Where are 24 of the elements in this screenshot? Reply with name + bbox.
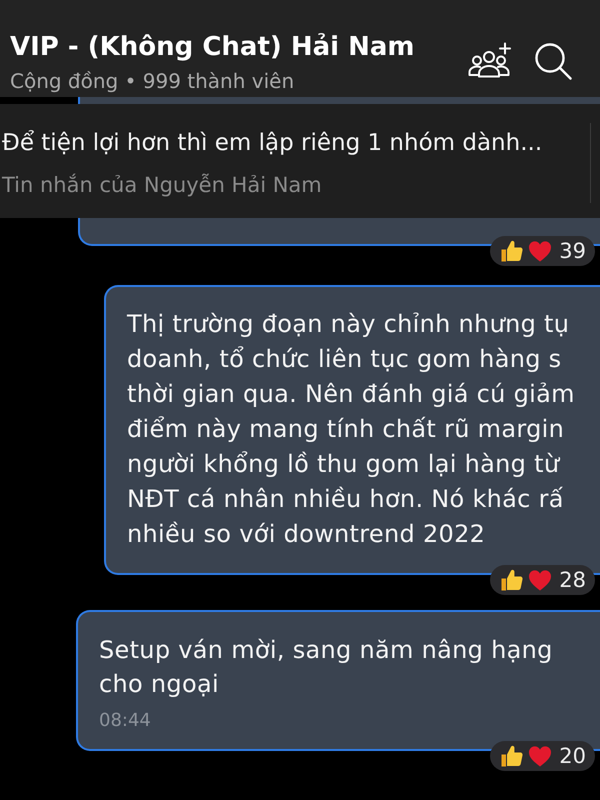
message-time: 08:44 xyxy=(99,711,152,731)
message-text: Thị trường đoạn này chỉnh nhưng tụ doanh, tổ chức liên tục gom hàng s thời gian qua. Nên đánh giá cú giảm điểm này mang tính chất rũ margin người khổng lồ thu gom lại hàng từ NĐT cá nhân nhiều hơn. Nó khác rấ nhiều so với downtrend 2022 xyxy=(127,309,576,550)
heart-icon xyxy=(528,240,552,262)
people-plus-icon xyxy=(468,42,512,78)
search-icon xyxy=(534,42,572,80)
group-subtitle: Cộng đồng • 999 thành viên xyxy=(10,69,296,93)
pinned-message-banner[interactable]: Để tiện lợi hơn thì em lập riêng 1 nhóm dành... Tin nhắn của Nguyễn Hải Nam xyxy=(0,104,600,218)
add-members-button[interactable] xyxy=(468,42,512,78)
reaction-count: 28 xyxy=(559,568,586,592)
reaction-summary[interactable]: 28 xyxy=(490,565,595,595)
heart-icon xyxy=(528,745,552,767)
heart-icon xyxy=(528,569,552,591)
thumbs-up-icon xyxy=(500,568,524,592)
thumbs-up-icon xyxy=(500,239,524,263)
reaction-summary[interactable]: 20 xyxy=(490,741,595,771)
group-title: VIP - (Không Chat) Hải Nam xyxy=(10,31,416,63)
pinned-message-sender: Tin nhắn của Nguyễn Hải Nam xyxy=(2,173,323,197)
reaction-count: 20 xyxy=(559,744,586,768)
reaction-summary[interactable]: 39 xyxy=(490,236,595,266)
message-text: Setup ván mời, sang năm nâng hạng cho ngoại xyxy=(99,635,554,700)
pinned-message-text: Để tiện lợi hơn thì em lập riêng 1 nhóm dành... xyxy=(2,129,544,157)
reaction-count: 39 xyxy=(559,239,586,263)
thumbs-up-icon xyxy=(500,744,524,768)
search-button[interactable] xyxy=(534,42,572,80)
